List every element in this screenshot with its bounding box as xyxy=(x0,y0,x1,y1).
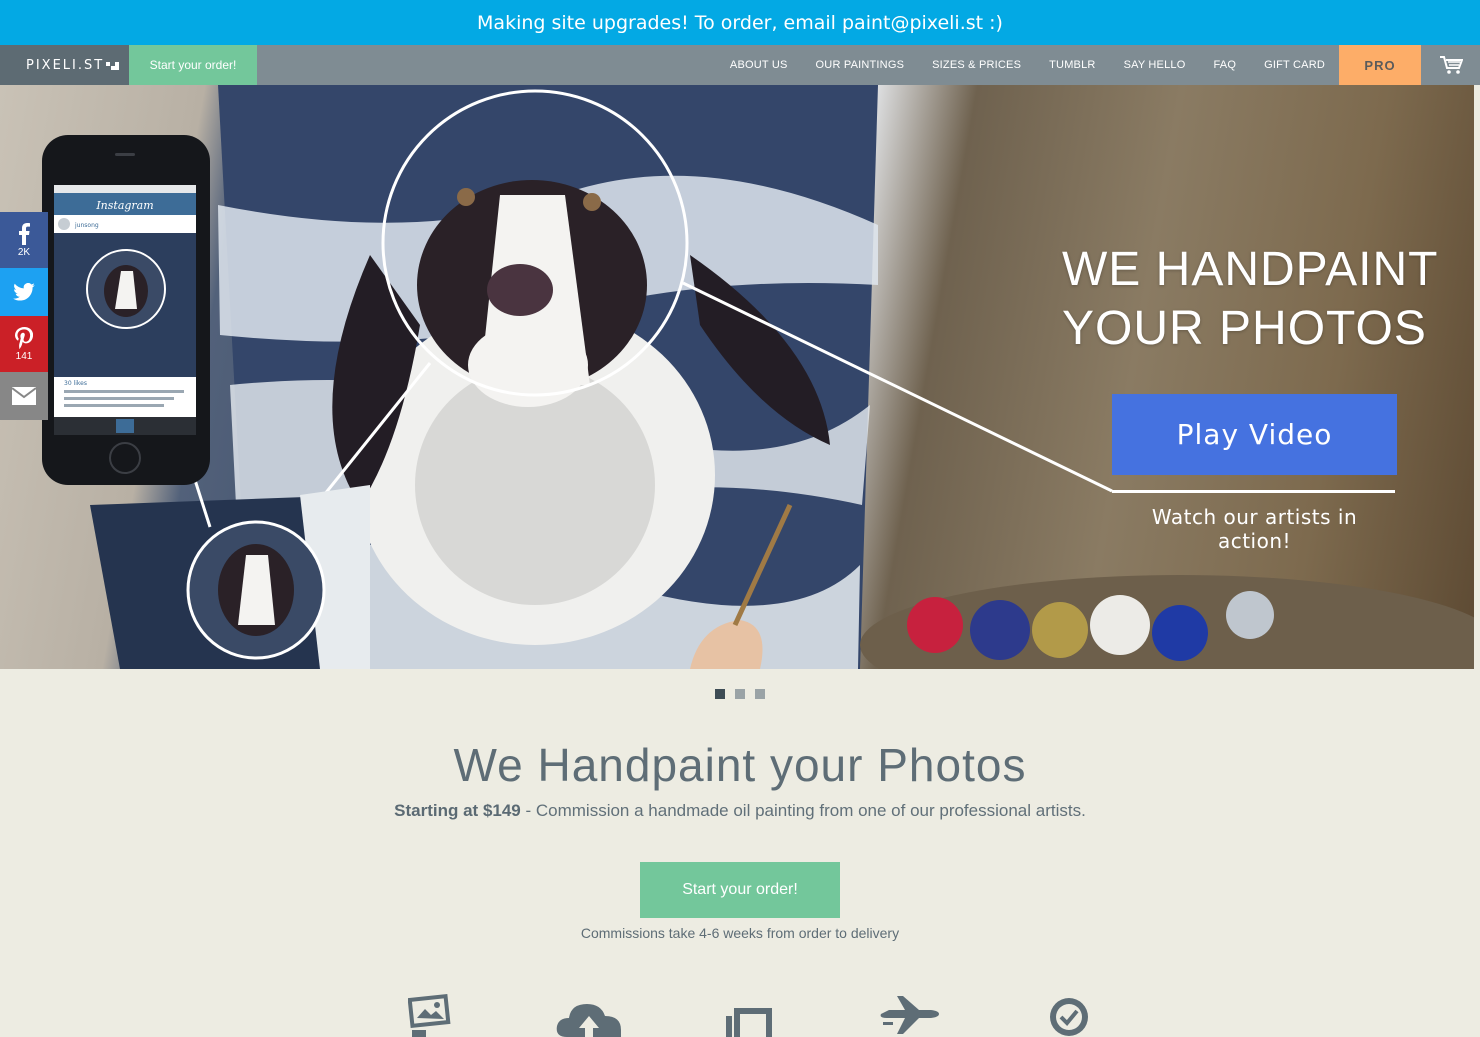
badge-check-icon xyxy=(1050,998,1088,1036)
nav-say-hello[interactable]: SAY HELLO xyxy=(1124,59,1186,71)
slider-dot-3[interactable] xyxy=(755,689,765,699)
price-description: - Commission a handmade oil painting fro… xyxy=(520,801,1086,820)
twitter-icon xyxy=(13,283,35,301)
hero-banner: Instagram junsong 30 likes WE HANDPAINT … xyxy=(0,85,1474,669)
pinterest-share-button[interactable]: 141 xyxy=(0,316,48,372)
hero-title: WE HANDPAINT YOUR PHOTOS xyxy=(1062,240,1438,358)
phone-likes: 30 likes xyxy=(64,380,87,387)
nav-gift-card[interactable]: GIFT CARD xyxy=(1264,59,1325,71)
nav-tumblr[interactable]: TUMBLR xyxy=(1049,59,1095,71)
hero-divider xyxy=(1112,490,1395,493)
envelope-icon xyxy=(12,387,36,405)
nav-our-paintings[interactable]: OUR PAINTINGS xyxy=(816,59,905,71)
nav-sizes-prices[interactable]: SIZES & PRICES xyxy=(932,59,1021,71)
delivery-note: Commissions take 4-6 weeks from order to… xyxy=(580,925,900,941)
pinterest-count: 141 xyxy=(15,350,33,362)
hero-title-line2: YOUR PHOTOS xyxy=(1062,302,1427,355)
nav-about-us[interactable]: ABOUT US xyxy=(730,59,788,71)
share-bar: 2K 141 xyxy=(0,212,48,420)
email-share-button[interactable] xyxy=(0,372,48,420)
announcement-bar: Making site upgrades! To order, email pa… xyxy=(0,0,1480,45)
price-lead: Starting at $149 xyxy=(394,801,521,820)
facebook-icon xyxy=(19,222,30,245)
top-nav: PIXELI.ST Start your order! ABOUT US OUR… xyxy=(0,45,1480,85)
main-title: We Handpaint your Photos xyxy=(453,739,1027,791)
watch-artists-text: Watch our artists in action! xyxy=(1151,505,1358,553)
airplane-icon xyxy=(880,996,939,1034)
phone-app-title: Instagram xyxy=(95,199,153,212)
slider-dots xyxy=(715,689,765,699)
canvas-icon xyxy=(726,1008,772,1037)
announcement-text: Making site upgrades! To order, email pa… xyxy=(477,11,1003,34)
nav-start-order-button[interactable]: Start your order! xyxy=(129,45,257,85)
pinterest-icon xyxy=(15,326,33,349)
start-order-button[interactable]: Start your order! xyxy=(640,862,840,918)
features-row xyxy=(0,990,1480,1037)
cloud-upload-icon xyxy=(556,1004,621,1037)
phone-user: junsong xyxy=(74,222,99,229)
facebook-count: 2K xyxy=(17,246,31,258)
twitter-share-button[interactable] xyxy=(0,268,48,316)
logo-pixels-icon xyxy=(106,60,120,70)
subtitle: Starting at $149 - Commission a handmade… xyxy=(0,801,1480,821)
picture-icon xyxy=(408,993,451,1037)
play-video-button[interactable]: Play Video xyxy=(1112,394,1397,475)
nav-faq[interactable]: FAQ xyxy=(1214,59,1237,71)
logo-text: PIXELI.ST xyxy=(26,57,105,73)
hero-title-line1: WE HANDPAINT xyxy=(1062,243,1439,296)
logo[interactable]: PIXELI.ST xyxy=(0,45,129,85)
hero-painting-illustration: Instagram junsong 30 likes xyxy=(42,85,1474,669)
slider-dot-1[interactable] xyxy=(715,689,725,699)
facebook-share-button[interactable]: 2K xyxy=(0,212,48,268)
nav-links: ABOUT US OUR PAINTINGS SIZES & PRICES TU… xyxy=(730,45,1480,85)
slider-dot-2[interactable] xyxy=(735,689,745,699)
cart-icon[interactable] xyxy=(1421,45,1480,85)
nav-pro-button[interactable]: PRO xyxy=(1339,45,1421,85)
